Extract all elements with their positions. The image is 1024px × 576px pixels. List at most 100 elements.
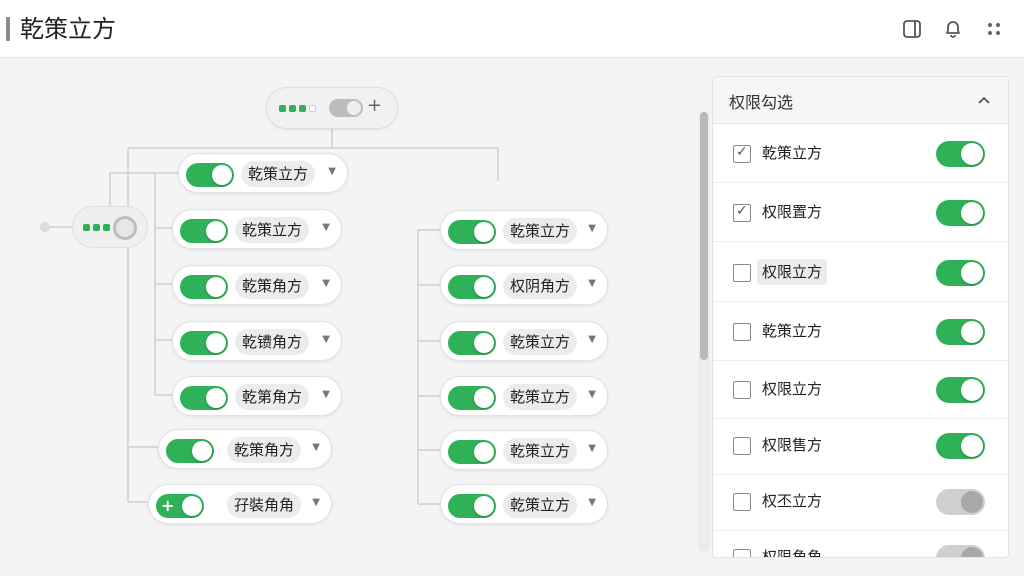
left-root-node[interactable] bbox=[72, 206, 148, 248]
node-toggle[interactable] bbox=[180, 275, 228, 299]
add-icon[interactable]: + bbox=[367, 95, 382, 116]
plus-icon: + bbox=[161, 496, 175, 515]
node-toggle[interactable] bbox=[180, 386, 228, 410]
node-toggle[interactable] bbox=[448, 275, 496, 299]
permission-label: 权限角角 bbox=[762, 548, 823, 558]
node-label: 乾策立方 bbox=[503, 218, 578, 244]
node-toggle[interactable]: + bbox=[156, 494, 204, 518]
permission-checkbox[interactable] bbox=[733, 493, 751, 511]
tree-node[interactable]: 乾策立方 ▼ bbox=[172, 209, 342, 249]
node-toggle[interactable] bbox=[166, 439, 214, 463]
permission-checkbox[interactable] bbox=[733, 264, 751, 282]
caret-down-icon[interactable]: ▼ bbox=[588, 389, 596, 400]
caret-down-icon[interactable]: ▼ bbox=[312, 497, 320, 508]
page-title: 乾策立方 bbox=[20, 15, 116, 43]
caret-down-icon[interactable]: ▼ bbox=[328, 166, 336, 177]
progress-dots-icon bbox=[83, 224, 110, 231]
more-dots-icon[interactable] bbox=[982, 17, 1006, 41]
node-label: 孖裝角角 bbox=[227, 492, 302, 518]
root-node[interactable]: + bbox=[266, 87, 398, 129]
panel-header: 权限勾选 bbox=[713, 77, 1008, 124]
tree-node[interactable]: 乾策立方 ▼ bbox=[440, 430, 608, 470]
node-label: 乾策角方 bbox=[235, 273, 310, 299]
tree-node[interactable]: 乾镄角方 ▼ bbox=[172, 321, 342, 361]
panel-title: 权限勾选 bbox=[729, 93, 794, 112]
node-toggle[interactable] bbox=[448, 220, 496, 244]
tree-canvas: + 乾策立方 ▼ 乾策立方 ▼ 乾策角方 ▼ 乾镄角方 ▼ 乾第角方 ▼ 乾策角… bbox=[0, 58, 700, 576]
node-label: 乾策立方 bbox=[235, 217, 310, 243]
permission-checkbox[interactable] bbox=[733, 203, 751, 222]
caret-down-icon[interactable]: ▼ bbox=[588, 223, 596, 234]
permission-toggle[interactable] bbox=[936, 141, 985, 167]
permission-checkbox[interactable] bbox=[733, 437, 751, 455]
panel-icon[interactable] bbox=[900, 17, 924, 41]
caret-down-icon[interactable]: ▼ bbox=[588, 497, 596, 508]
root-toggle[interactable] bbox=[329, 99, 363, 117]
caret-down-icon[interactable]: ▼ bbox=[322, 334, 330, 345]
node-toggle[interactable] bbox=[448, 386, 496, 410]
permission-checkbox[interactable] bbox=[733, 381, 751, 399]
node-label: 权阴角方 bbox=[503, 273, 578, 299]
permission-checkbox[interactable] bbox=[733, 144, 751, 163]
permission-label: 权限售方 bbox=[762, 436, 823, 454]
tree-node[interactable]: 乾策立方 ▼ bbox=[178, 153, 348, 193]
scrollbar-thumb[interactable] bbox=[700, 112, 708, 360]
tree-node[interactable]: 乾策立方 ▼ bbox=[440, 210, 608, 250]
tree-node[interactable]: 乾策角方 ▼ bbox=[172, 265, 342, 305]
caret-down-icon[interactable]: ▼ bbox=[588, 443, 596, 454]
node-toggle[interactable] bbox=[448, 331, 496, 355]
node-ring-icon bbox=[113, 216, 137, 240]
tree-node[interactable]: + 孖裝角角 ▼ bbox=[148, 484, 332, 524]
chevron-up-icon[interactable] bbox=[974, 90, 994, 110]
permission-row: 权限角角 bbox=[713, 529, 1008, 558]
permission-toggle[interactable] bbox=[936, 377, 985, 403]
node-label: 乾策立方 bbox=[241, 161, 316, 187]
caret-down-icon[interactable]: ▼ bbox=[322, 222, 330, 233]
caret-down-icon[interactable]: ▼ bbox=[588, 334, 596, 345]
tree-node[interactable]: 乾策立方 ▼ bbox=[440, 321, 608, 361]
node-toggle[interactable] bbox=[180, 219, 228, 243]
tree-node[interactable]: 乾第角方 ▼ bbox=[172, 376, 342, 416]
permission-row: 权限售方 bbox=[713, 417, 1008, 475]
permission-toggle[interactable] bbox=[936, 200, 985, 226]
node-label: 乾镄角方 bbox=[235, 329, 310, 355]
permission-label: 权限置方 bbox=[762, 203, 823, 221]
caret-down-icon[interactable]: ▼ bbox=[588, 278, 596, 289]
caret-down-icon[interactable]: ▼ bbox=[312, 442, 320, 453]
permission-label: 乾策立方 bbox=[762, 322, 823, 340]
tree-node[interactable]: 乾策角方 ▼ bbox=[158, 429, 332, 469]
caret-down-icon[interactable]: ▼ bbox=[322, 389, 330, 400]
permission-label: 权丕立方 bbox=[762, 492, 823, 510]
permission-toggle[interactable] bbox=[936, 545, 985, 557]
node-label: 乾策角方 bbox=[227, 437, 302, 463]
permission-panel: 权限勾选 乾策立方 权限置方 权限立方 乾策立方 权限立方 权限售方 权丕立方 bbox=[712, 76, 1009, 558]
bell-icon[interactable] bbox=[941, 17, 965, 41]
caret-down-icon[interactable]: ▼ bbox=[322, 278, 330, 289]
tree-node[interactable]: 权阴角方 ▼ bbox=[440, 265, 608, 305]
progress-dots-icon bbox=[279, 105, 316, 112]
permission-row: 权限立方 bbox=[713, 244, 1008, 302]
permission-toggle[interactable] bbox=[936, 319, 985, 345]
tree-node[interactable]: 乾策立方 ▼ bbox=[440, 484, 608, 524]
node-label: 乾策立方 bbox=[503, 384, 578, 410]
permission-toggle[interactable] bbox=[936, 433, 985, 459]
permission-toggle[interactable] bbox=[936, 260, 985, 286]
permission-checkbox[interactable] bbox=[733, 549, 751, 557]
panel-scrollbar[interactable] bbox=[698, 112, 710, 552]
permission-checkbox[interactable] bbox=[733, 323, 751, 341]
node-toggle[interactable] bbox=[186, 163, 234, 187]
permission-row: 乾策立方 bbox=[713, 125, 1008, 183]
node-label: 乾策立方 bbox=[503, 329, 578, 355]
permission-toggle[interactable] bbox=[936, 489, 985, 515]
permission-label: 权限立方 bbox=[762, 380, 823, 398]
tree-node[interactable]: 乾策立方 ▼ bbox=[440, 376, 608, 416]
app-header: 乾策立方 bbox=[0, 0, 1024, 58]
title-accent-bar bbox=[6, 17, 10, 41]
node-toggle[interactable] bbox=[180, 331, 228, 355]
node-label: 乾第角方 bbox=[235, 384, 310, 410]
left-anchor-dot bbox=[40, 222, 50, 232]
node-toggle[interactable] bbox=[448, 440, 496, 464]
permission-row: 权丕立方 bbox=[713, 473, 1008, 531]
node-toggle[interactable] bbox=[448, 494, 496, 518]
permission-label: 乾策立方 bbox=[762, 144, 823, 162]
